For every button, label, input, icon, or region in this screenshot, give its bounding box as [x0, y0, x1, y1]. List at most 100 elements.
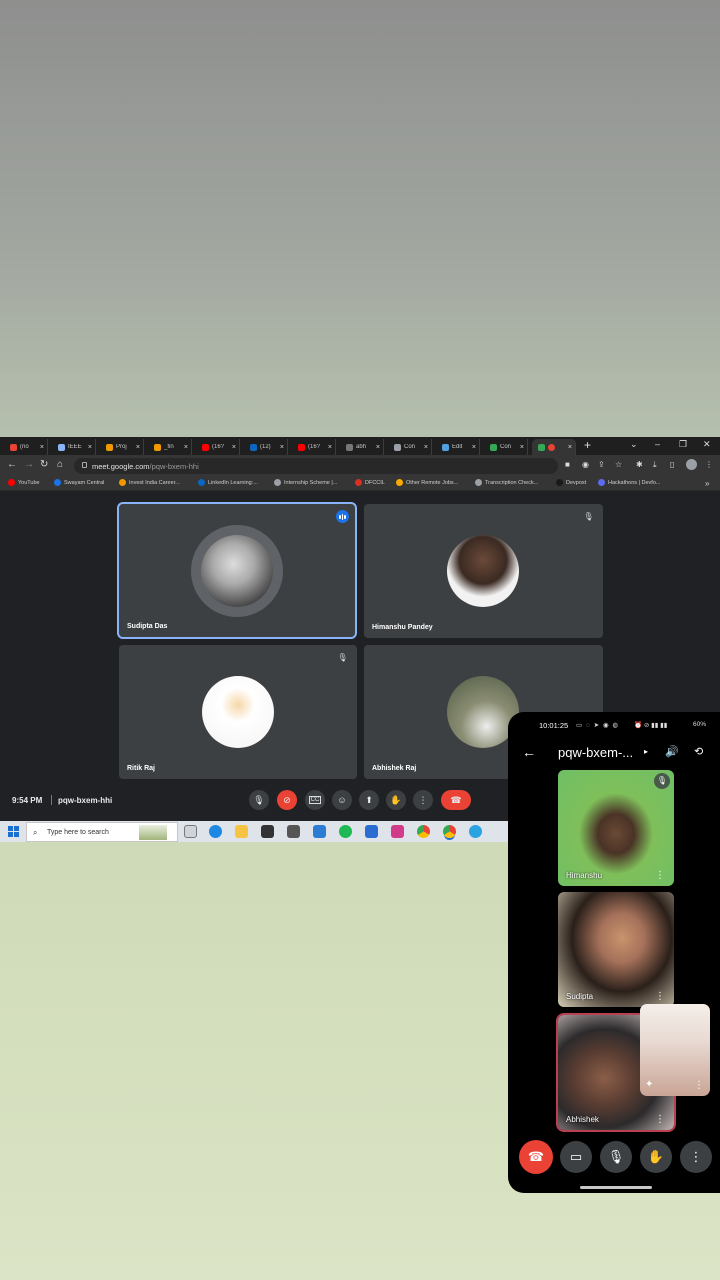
more-vert-icon[interactable]: ⋮	[655, 1114, 665, 1125]
more-vert-icon[interactable]: ⋮	[655, 870, 665, 881]
browser-tab[interactable]: Con ×	[484, 439, 528, 455]
participant-tile[interactable]: 🎙 Himanshu Pandey	[364, 504, 603, 638]
camera-button[interactable]: ▭	[560, 1141, 592, 1173]
restore-icon[interactable]: ❐	[679, 439, 687, 450]
tab-close-icon[interactable]: ×	[40, 444, 44, 451]
browser-tab[interactable]: (16? ×	[196, 439, 240, 455]
bookmarks-overflow-icon[interactable]: »	[705, 479, 709, 488]
tab-close-icon[interactable]: ×	[280, 444, 284, 451]
back-arrow-icon[interactable]: ←	[7, 459, 17, 470]
meeting-title[interactable]: pqw-bxem-...	[558, 745, 633, 760]
back-arrow-icon[interactable]: ←	[522, 744, 536, 760]
end-call-button[interactable]: ☎	[519, 1140, 553, 1174]
browser-tab[interactable]: (no ×	[4, 439, 48, 455]
extensions-icon[interactable]: ✱	[636, 460, 643, 469]
microphone-button[interactable]: 🎙	[600, 1141, 632, 1173]
participant-tile[interactable]: Sudipta Das	[117, 502, 357, 639]
task-view-icon[interactable]	[184, 825, 197, 838]
participant-tile[interactable]: 🎙 Himanshu ⋮	[558, 770, 674, 886]
tab-close-icon[interactable]: ×	[88, 444, 92, 451]
more-vert-icon[interactable]: ⋮	[655, 991, 665, 1002]
leave-call-button[interactable]: ☎	[441, 790, 471, 810]
tab-close-icon[interactable]: ×	[424, 444, 428, 451]
app-icon[interactable]	[365, 825, 378, 838]
more-vert-icon[interactable]: ⋮	[694, 1080, 704, 1091]
bookmark-item[interactable]: YouTube	[8, 479, 40, 486]
window-close-icon[interactable]: ✕	[703, 439, 711, 450]
bookmark-item[interactable]: Swayam Central	[54, 479, 104, 486]
bookmark-item[interactable]: Hackathons | Devfo...	[598, 479, 660, 486]
browser-tab[interactable]: Edit ×	[436, 439, 480, 455]
store-icon[interactable]	[261, 825, 274, 838]
tab-favicon-meet-icon	[538, 443, 545, 451]
raise-hand-button[interactable]: ✋	[386, 790, 406, 810]
self-view-tile[interactable]: ✦ ⋮	[640, 1004, 710, 1096]
mail-icon[interactable]	[287, 825, 300, 838]
address-bar[interactable]: meet.google.com/pqw-bxem-hhi	[74, 458, 558, 474]
sidebar-icon[interactable]: ▯	[670, 460, 674, 469]
tab-close-icon[interactable]: ×	[184, 444, 188, 451]
chrome-icon[interactable]	[417, 825, 430, 838]
app-icon[interactable]	[391, 825, 404, 838]
forward-arrow-icon[interactable]: →	[24, 459, 34, 470]
captions-button[interactable]: CC	[305, 790, 325, 810]
bookmark-item[interactable]: Other Remote Jobs...	[396, 479, 458, 486]
tab-close-icon[interactable]: ×	[520, 444, 524, 451]
app-icon[interactable]	[313, 825, 326, 838]
camera-off-button[interactable]: ⊘	[277, 790, 297, 810]
switch-camera-icon[interactable]: ⟲	[694, 745, 703, 758]
browser-tab[interactable]: Proj ×	[100, 439, 144, 455]
bookmark-item[interactable]: Devpost	[556, 479, 586, 486]
new-tab-button[interactable]: +	[584, 438, 591, 452]
more-options-button[interactable]: ⋮	[680, 1141, 712, 1173]
reload-icon[interactable]: ↻	[40, 459, 48, 470]
tab-close-icon[interactable]: ×	[472, 444, 476, 451]
browser-tab[interactable]: (12) ×	[244, 439, 288, 455]
tab-close-icon[interactable]: ×	[376, 444, 380, 451]
bookmark-item[interactable]: Transcription Check...	[475, 479, 538, 486]
more-options-button[interactable]: ⋮	[413, 790, 433, 810]
minimize-icon[interactable]: –	[655, 439, 660, 449]
browser-tab[interactable]: Con ×	[388, 439, 432, 455]
browser-tab-active[interactable]: ×	[532, 439, 576, 455]
tab-search-icon[interactable]: ⌄	[630, 439, 638, 450]
spotify-icon[interactable]	[339, 825, 352, 838]
profile-avatar-icon[interactable]	[686, 459, 697, 470]
browser-tab[interactable]: abh ×	[340, 439, 384, 455]
share-icon[interactable]: ⇪	[598, 460, 605, 469]
telegram-icon[interactable]	[469, 825, 482, 838]
tab-close-icon[interactable]: ×	[568, 444, 572, 451]
present-button[interactable]: ⬆	[359, 790, 379, 810]
chrome-icon[interactable]	[443, 825, 456, 838]
edge-icon[interactable]	[209, 825, 222, 838]
tab-close-icon[interactable]: ×	[328, 444, 332, 451]
browser-tab[interactable]: _fin ×	[148, 439, 192, 455]
bookmark-item[interactable]: Internship Scheme |...	[274, 479, 337, 486]
bookmark-favicon-icon	[475, 479, 482, 486]
bookmark-item[interactable]: LinkedIn Learning:...	[198, 479, 258, 486]
browser-tab[interactable]: (16? ×	[292, 439, 336, 455]
bookmark-item[interactable]: DFCCIL	[355, 479, 385, 486]
browser-tab[interactable]: IEEE ×	[52, 439, 96, 455]
bookmark-item[interactable]: Invest India Career...	[119, 479, 180, 486]
camera-in-use-icon[interactable]: ■	[565, 460, 570, 469]
raise-hand-button[interactable]: ✋	[640, 1141, 672, 1173]
tab-close-icon[interactable]: ×	[232, 444, 236, 451]
participant-tile[interactable]: 🎙 Ritik Raj	[119, 645, 357, 779]
home-icon[interactable]: ⌂	[57, 459, 63, 470]
more-vert-icon[interactable]: ⋮	[705, 460, 713, 469]
microphone-button[interactable]: 🎙	[249, 790, 269, 810]
chevron-right-icon[interactable]: ▸	[644, 747, 648, 756]
file-explorer-icon[interactable]	[235, 825, 248, 838]
tab-favicon-edit-icon	[442, 443, 449, 451]
participant-tile[interactable]: Sudipta ⋮	[558, 892, 674, 1007]
bookmark-star-icon[interactable]: ☆	[615, 460, 622, 469]
taskbar-search-input[interactable]: ⌕ Type here to search	[26, 822, 178, 842]
windows-start-icon[interactable]	[8, 826, 19, 837]
effects-sparkle-icon[interactable]: ✦	[645, 1079, 653, 1090]
emoji-button[interactable]: ☺	[332, 790, 352, 810]
google-lens-icon[interactable]: ◉	[582, 460, 589, 469]
download-icon[interactable]: ⤓	[653, 460, 657, 470]
speaker-icon[interactable]: 🔊	[665, 745, 679, 758]
tab-close-icon[interactable]: ×	[136, 444, 140, 451]
